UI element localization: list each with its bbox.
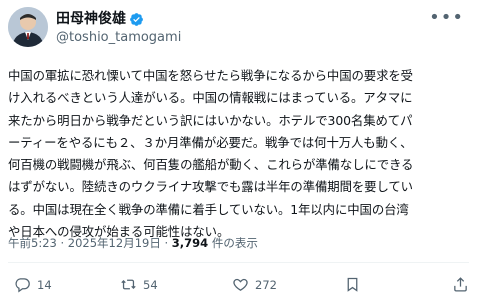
like-button[interactable]: 272: [232, 276, 277, 293]
avatar[interactable]: [8, 7, 48, 47]
author-display-name[interactable]: 田母神俊雄: [56, 11, 126, 28]
reply-button[interactable]: 14: [14, 276, 52, 293]
views-label: 件の表示: [208, 236, 258, 250]
share-icon: [454, 277, 467, 292]
action-bar: 14 54 272: [0, 276, 477, 300]
repost-button[interactable]: 54: [120, 276, 158, 293]
post-header: 田母神俊雄 @toshio_tamogami •••: [8, 7, 468, 51]
post-meta: 午前5:23 · 2025年12月19日 · 3,794 件の表示: [8, 236, 258, 250]
repost-count: 54: [143, 277, 158, 292]
verified-badge-icon: [130, 13, 143, 26]
post-timestamp[interactable]: 午前5:23 · 2025年12月19日 ·: [8, 236, 172, 250]
repost-icon: [121, 279, 136, 290]
name-row: 田母神俊雄: [56, 11, 144, 28]
reply-icon: [15, 278, 30, 293]
bookmark-icon: [347, 277, 358, 292]
reply-count: 14: [37, 277, 52, 292]
views-count: 3,794: [171, 236, 209, 250]
heart-icon: [233, 278, 248, 291]
author-handle[interactable]: @toshio_tamogami: [56, 30, 181, 46]
share-button[interactable]: [452, 276, 469, 293]
like-count: 272: [255, 277, 277, 292]
more-options-icon[interactable]: •••: [429, 9, 464, 27]
divider: [8, 262, 469, 263]
post-text: 中国の軍拡に恐れ慄いて中国を怒らせたら戦争になるから中国の要求を受 け入れるべき…: [8, 68, 414, 240]
bookmark-button[interactable]: [344, 276, 361, 293]
